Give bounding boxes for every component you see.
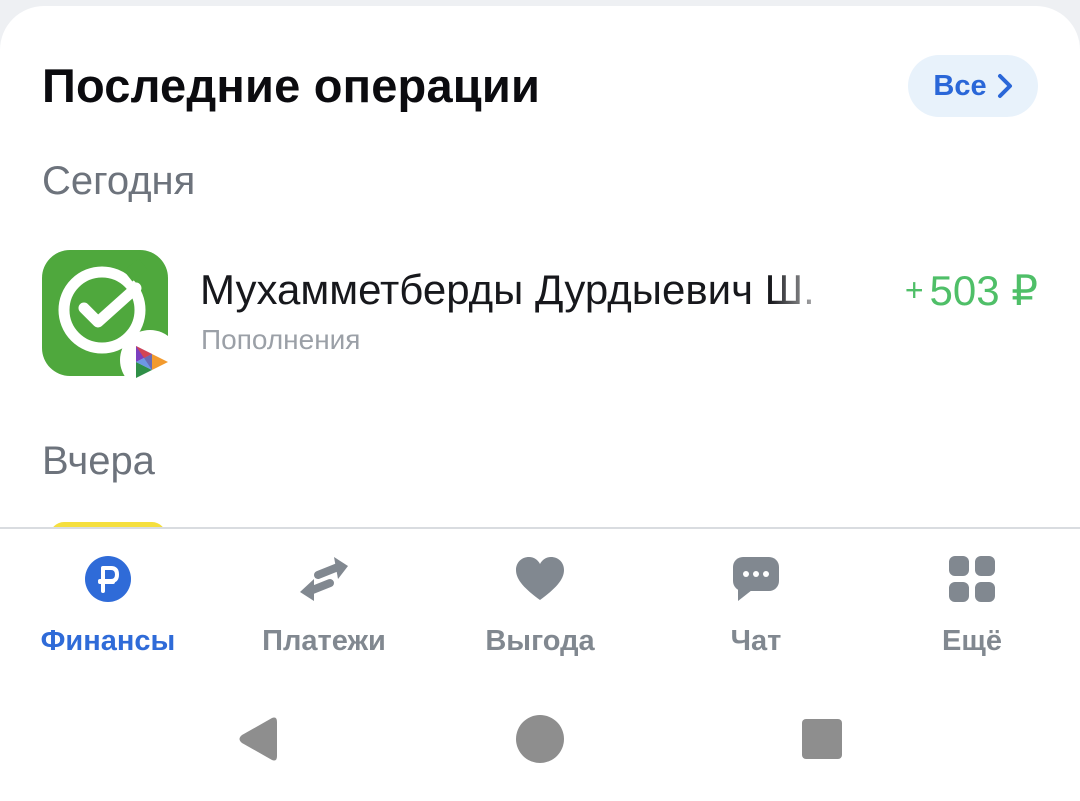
operation-recipient-text: Мухамметберды Дурдыевич Ш. [200, 266, 815, 313]
amount-value: 503 ₽ [929, 267, 1038, 314]
home-icon[interactable] [515, 714, 565, 769]
recents-icon[interactable] [801, 718, 843, 765]
system-navigation-bar [0, 679, 1080, 801]
ruble-icon [80, 551, 136, 607]
tab-more[interactable]: Ещё [864, 551, 1080, 669]
sbp-icon [134, 342, 170, 387]
operation-category: Пополнения [201, 324, 361, 355]
back-icon[interactable] [236, 715, 280, 768]
transfer-arrows-icon [296, 551, 352, 607]
tab-benefits[interactable]: Выгода [432, 551, 648, 669]
day-label-yesterday: Вчера [42, 439, 155, 483]
operation-recipient-name: Мухамметберды Дурдыевич Ш. [200, 266, 840, 314]
all-operations-label: Все [933, 69, 987, 102]
recent-operations-card: Последние операции Все Сегодня Мухамметб… [0, 6, 1080, 566]
section-title: Последние операции [42, 59, 541, 112]
bottom-tab-bar: Финансы Платежи Выгода Чат Ещё [0, 527, 1080, 681]
tab-chat[interactable]: Чат [648, 551, 864, 669]
operation-row[interactable]: Мухамметберды Дурдыевич Ш. Пополнения +5… [0, 246, 1080, 390]
tab-label: Платежи [262, 625, 386, 657]
app-screen: Последние операции Все Сегодня Мухамметб… [0, 0, 1080, 801]
sberbank-logo-icon [42, 250, 180, 390]
day-label-today: Сегодня [42, 159, 196, 203]
tab-label: Финансы [40, 625, 176, 657]
chat-bubble-icon [728, 551, 784, 607]
name-fade [770, 266, 840, 314]
tab-finances[interactable]: Финансы [0, 551, 216, 669]
amount-sign: + [904, 272, 924, 308]
all-operations-button[interactable]: Все [908, 55, 1038, 117]
grid-icon [944, 551, 1000, 607]
tab-payments[interactable]: Платежи [216, 551, 432, 669]
tab-label: Ещё [942, 625, 1002, 657]
heart-icon [512, 551, 568, 607]
tab-label: Чат [730, 625, 782, 657]
chevron-right-icon [997, 73, 1013, 99]
operation-amount: +503 ₽ [905, 266, 1038, 315]
tab-label: Выгода [485, 625, 595, 657]
